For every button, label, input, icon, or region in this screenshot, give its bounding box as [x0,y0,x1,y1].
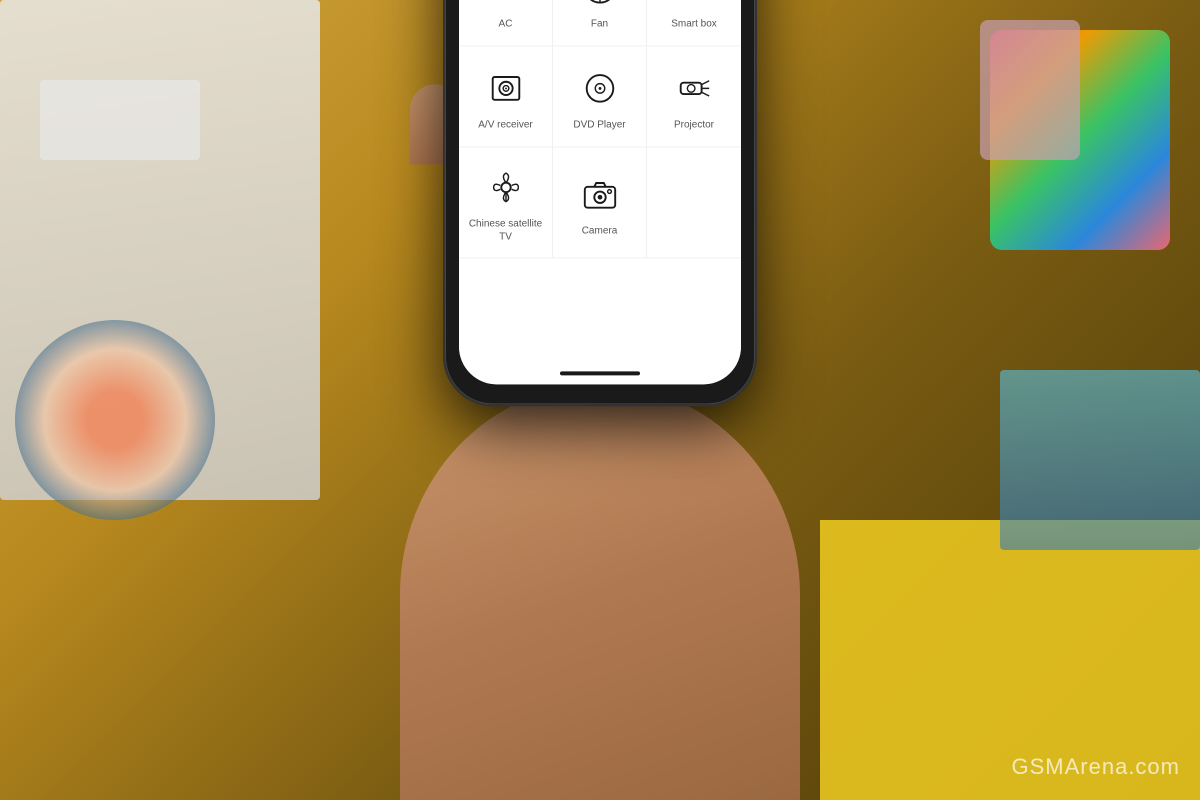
av-receiver-label: A/V receiver [478,118,532,131]
phone-outer: 3:53 PM ⚡📡 📶 32 ‹ IR r [445,0,755,404]
bg-blue-box [1000,370,1200,550]
grid-item-fan[interactable]: Fan [553,0,647,45]
smart-box-label: Smart box [671,17,717,30]
bg-keyboard [40,80,200,160]
smart-box-icon [672,0,716,9]
ac-icon [484,0,528,9]
grid-row-2: AC [459,0,741,46]
grid-content: Mi TV/Mi Box [459,0,741,362]
grid-row-3: A/V receiver [459,46,741,147]
satellite-tv-label: Chinese satellite TV [467,217,544,243]
grid-row-4: Chinese satellite TV [459,147,741,258]
grid-item-satellite-tv[interactable]: Chinese satellite TV [459,147,553,257]
grid-item-projector[interactable]: Projector [647,46,741,146]
av-receiver-icon [484,66,528,110]
camera-icon [578,172,622,216]
grid-item-smart-box[interactable]: Smart box [647,0,741,45]
camera-label: Camera [582,224,618,237]
grid-item-dvd-player[interactable]: DVD Player [553,46,647,146]
dvd-player-label: DVD Player [573,118,625,131]
bg-circle-left [15,320,215,520]
scene: 3:53 PM ⚡📡 📶 32 ‹ IR r [0,0,1200,800]
fan-label: Fan [591,17,608,30]
grid-item-ac[interactable]: AC [459,0,553,45]
projector-label: Projector [674,118,714,131]
hand [400,384,800,800]
home-indicator [459,362,741,384]
ac-label: AC [499,17,513,30]
dvd-player-icon [578,66,622,110]
projector-icon [672,66,716,110]
grid-item-av-receiver[interactable]: A/V receiver [459,46,553,146]
phone-screen: 3:53 PM ⚡📡 📶 32 ‹ IR r [459,0,741,384]
watermark: GSMArena.com [1012,754,1181,780]
grid-item-camera[interactable]: Camera [553,147,647,257]
satellite-tv-icon [484,165,528,209]
fan-icon [578,0,622,9]
grid-item-empty [647,147,741,257]
home-bar [560,371,640,375]
bg-pink [980,20,1080,160]
